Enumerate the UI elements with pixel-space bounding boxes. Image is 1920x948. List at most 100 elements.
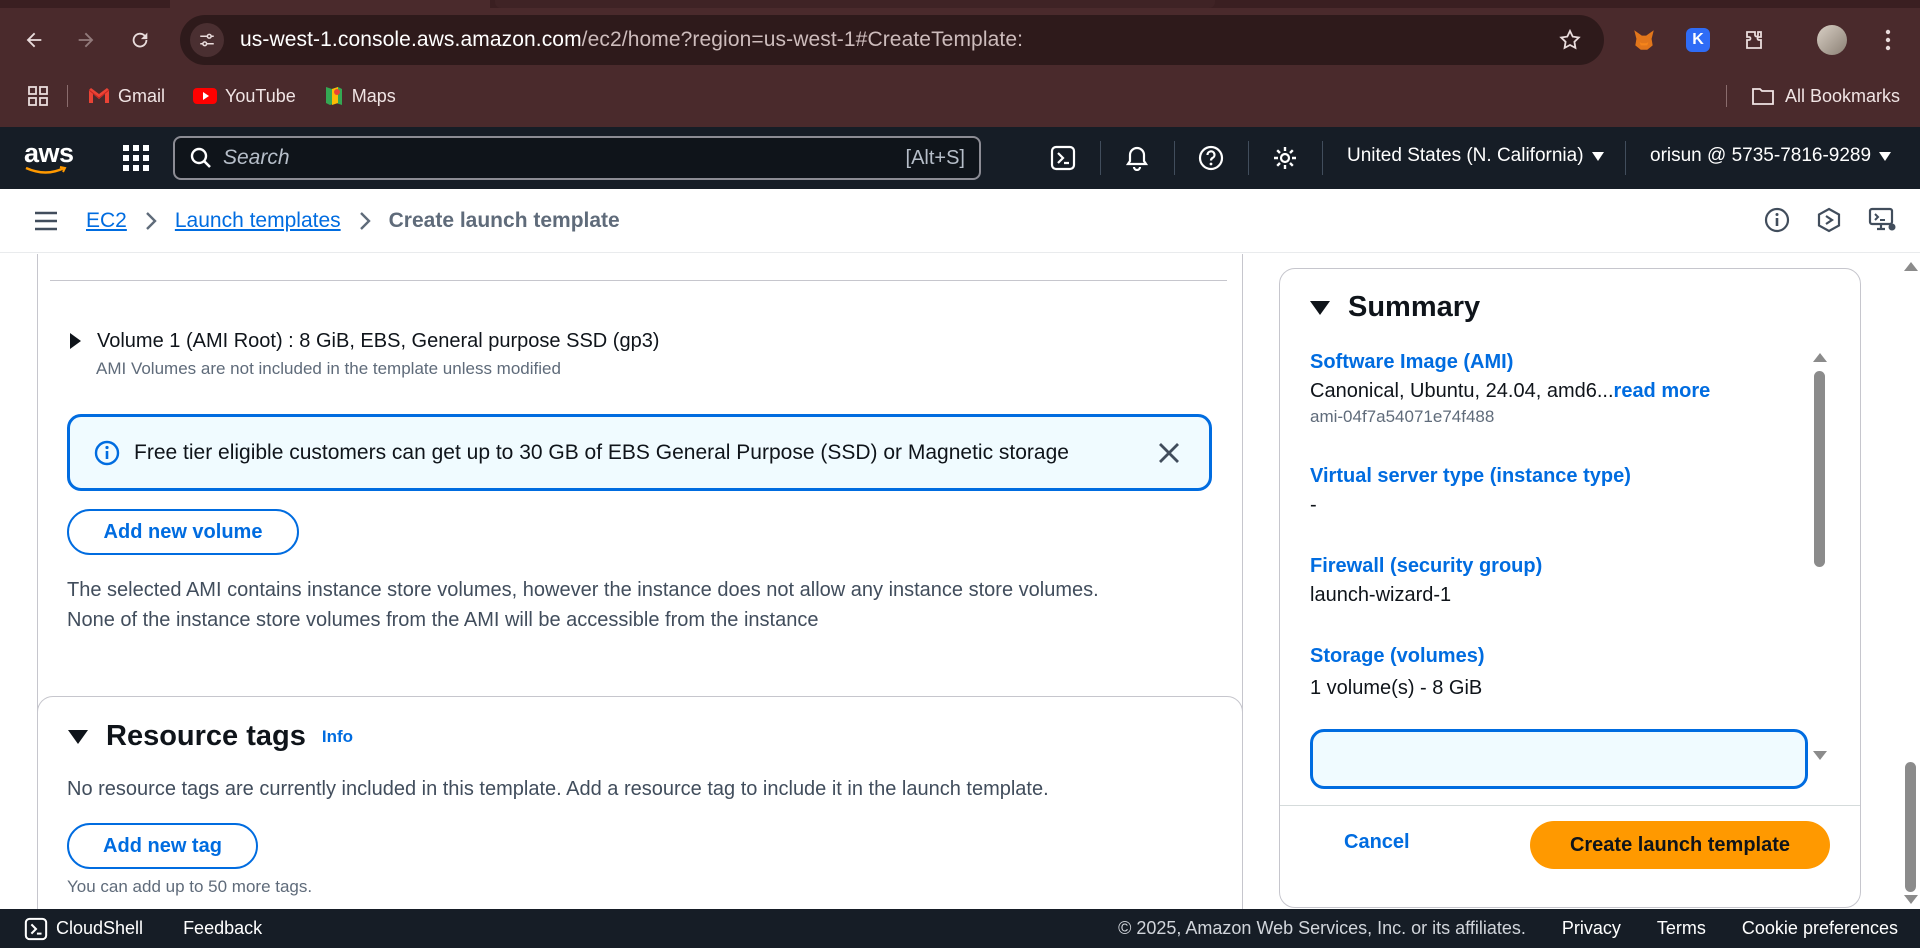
address-bar[interactable]: us-west-1.console.aws.amazon.com/ec2/hom… — [180, 15, 1604, 65]
resource-tags-header[interactable]: Resource tags Info — [68, 720, 353, 753]
cloudshell-button[interactable]: CloudShell — [24, 917, 143, 941]
create-launch-template-button[interactable]: Create launch template — [1530, 821, 1830, 869]
breadcrumb-current: Create launch template — [388, 208, 620, 232]
read-more-link[interactable]: read more — [1614, 380, 1711, 402]
maps-icon — [325, 87, 342, 105]
summary-scroll-area-lower: Storage (volumes) 1 volume(s) - 8 GiB — [1310, 645, 1810, 805]
cancel-button[interactable]: Cancel — [1344, 831, 1410, 854]
add-new-volume-button[interactable]: Add new volume — [67, 509, 299, 555]
terms-link[interactable]: Terms — [1657, 918, 1706, 939]
scroll-up-arrow-icon[interactable] — [1904, 262, 1918, 271]
profile-avatar[interactable] — [1816, 24, 1848, 56]
aws-top-nav: aws Search [Alt+S] United States (N. Cal… — [0, 127, 1920, 189]
settings-gear-icon[interactable] — [1270, 143, 1300, 173]
back-button[interactable] — [18, 24, 50, 56]
volume-1-expander[interactable]: Volume 1 (AMI Root) : 8 GiB, EBS, Genera… — [70, 330, 659, 353]
cloudshell-icon — [24, 917, 48, 940]
caret-right-icon — [70, 333, 81, 349]
resource-tags-title: Resource tags — [106, 720, 306, 752]
summary-scroll-area[interactable]: Software Image (AMI) Canonical, Ubuntu, … — [1310, 351, 1810, 671]
notifications-bell-icon[interactable] — [1122, 143, 1152, 173]
breadcrumb-ec2[interactable]: EC2 — [86, 209, 127, 233]
help-icon[interactable] — [1196, 143, 1226, 173]
caret-down-icon — [1591, 151, 1604, 161]
cookie-preferences-link[interactable]: Cookie preferences — [1742, 918, 1898, 939]
bookmark-youtube[interactable]: YouTube — [193, 86, 296, 107]
main-content: Volume 1 (AMI Root) : 8 GiB, EBS, Genera… — [0, 254, 1920, 909]
firewall-value: launch-wizard-1 — [1310, 584, 1452, 606]
section-divider — [50, 280, 1227, 281]
summary-instance-type: Virtual server type (instance type) - — [1310, 465, 1631, 517]
breadcrumb-launch-templates[interactable]: Launch templates — [175, 209, 341, 233]
security-hexagon-icon[interactable] — [1816, 207, 1842, 233]
metamask-fox-icon[interactable] — [1628, 24, 1660, 56]
aws-search-input[interactable]: Search [Alt+S] — [173, 136, 981, 180]
arrow-left-icon — [26, 32, 42, 48]
aws-logo[interactable]: aws — [24, 140, 76, 175]
cloudshell-icon[interactable] — [1048, 143, 1078, 173]
summary-panel: Summary Software Image (AMI) Canonical, … — [1279, 268, 1861, 908]
feedback-monitor-icon[interactable] — [1868, 207, 1896, 233]
feedback-link[interactable]: Feedback — [183, 918, 262, 939]
youtube-icon — [193, 88, 218, 104]
close-icon[interactable] — [1157, 441, 1181, 465]
all-bookmarks[interactable]: All Bookmarks — [1725, 80, 1900, 112]
reload-icon — [132, 32, 148, 48]
tab-strip — [0, 0, 1920, 8]
bookmark-star-icon[interactable] — [1558, 28, 1582, 52]
arrow-right-icon — [78, 32, 94, 48]
chevron-right-icon — [359, 211, 371, 231]
search-shortcut: [Alt+S] — [905, 146, 965, 169]
ami-id: ami-04f7a54071e74f488 — [1310, 407, 1495, 426]
free-tier-alert: Free tier eligible customers can get up … — [67, 414, 1212, 491]
chevron-right-icon — [145, 211, 157, 231]
summary-firewall: Firewall (security group) launch-wizard-… — [1310, 555, 1542, 607]
summary-header[interactable]: Summary — [1310, 291, 1480, 324]
hamburger-menu-icon[interactable] — [34, 211, 58, 231]
instance-type-label-link[interactable]: Virtual server type (instance type) — [1310, 465, 1631, 488]
copyright-text: © 2025, Amazon Web Services, Inc. or its… — [1118, 918, 1526, 938]
bookmark-maps[interactable]: Maps — [324, 85, 396, 107]
firewall-label-link[interactable]: Firewall (security group) — [1310, 555, 1542, 578]
privacy-link[interactable]: Privacy — [1562, 918, 1621, 939]
breadcrumb-bar: EC2 Launch templates Create launch templ… — [0, 189, 1920, 253]
caret-down-icon — [1310, 300, 1330, 315]
scroll-down-arrow-icon[interactable] — [1813, 751, 1827, 760]
site-info-icon[interactable] — [190, 23, 224, 57]
region-selector[interactable]: United States (N. California) — [1347, 145, 1604, 167]
instance-type-value: - — [1310, 494, 1317, 516]
caret-down-icon — [1879, 151, 1892, 161]
summary-scrollbar[interactable] — [1810, 351, 1828, 760]
reload-button[interactable] — [124, 24, 156, 56]
forward-button[interactable] — [70, 24, 102, 56]
instance-store-note: The selected AMI contains instance store… — [67, 579, 1099, 631]
volume-1-subtitle: AMI Volumes are not included in the temp… — [96, 359, 561, 378]
extensions-puzzle-icon[interactable] — [1738, 24, 1770, 56]
browser-toolbar: us-west-1.console.aws.amazon.com/ec2/hom… — [0, 0, 1920, 127]
info-panel-icon[interactable] — [1764, 207, 1790, 233]
scrollbar-thumb[interactable] — [1814, 371, 1825, 567]
add-new-tag-button[interactable]: Add new tag — [67, 823, 258, 869]
summary-footer-divider — [1280, 805, 1860, 806]
k-extension-icon[interactable]: K — [1682, 24, 1714, 56]
folder-icon — [1752, 88, 1774, 105]
summary-info-box — [1310, 729, 1808, 789]
services-grid-icon[interactable] — [122, 144, 150, 172]
browser-menu-icon[interactable] — [1872, 24, 1904, 56]
search-placeholder: Search — [223, 146, 290, 169]
scroll-down-arrow-icon[interactable] — [1904, 895, 1918, 904]
storage-label-link[interactable]: Storage (volumes) — [1310, 645, 1484, 668]
apps-grid-icon[interactable] — [27, 85, 49, 107]
page-scrollbar-thumb[interactable] — [1905, 762, 1916, 892]
bookmark-gmail[interactable]: Gmail — [88, 86, 165, 107]
account-menu[interactable]: orisun @ 5735-7816-9289 — [1650, 145, 1892, 167]
tag-limit-note: You can add up to 50 more tags. — [67, 877, 313, 896]
resource-tags-info-link[interactable]: Info — [322, 727, 353, 747]
ami-label-link[interactable]: Software Image (AMI) — [1310, 351, 1710, 374]
console-footer: CloudShell Feedback © 2025, Amazon Web S… — [0, 909, 1920, 948]
info-icon — [94, 440, 120, 466]
page-scrollbar[interactable] — [1900, 256, 1920, 908]
gmail-icon — [88, 88, 110, 103]
scroll-up-arrow-icon[interactable] — [1813, 353, 1827, 362]
url-text: us-west-1.console.aws.amazon.com/ec2/hom… — [240, 28, 1024, 51]
